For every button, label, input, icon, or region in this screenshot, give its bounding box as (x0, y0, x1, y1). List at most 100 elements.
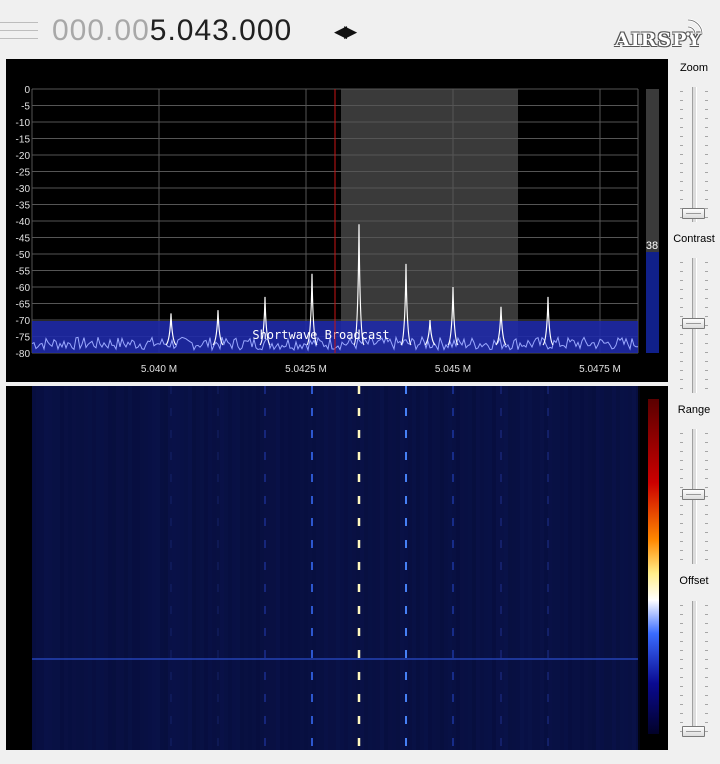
noise-column (552, 386, 556, 750)
noise-column (380, 386, 384, 750)
slider-tick (680, 109, 683, 110)
db-tick-label: -5 (21, 102, 30, 113)
noise-column (408, 386, 412, 750)
frequency-value: 5.043.000 (149, 14, 293, 47)
slider-tick (680, 550, 683, 551)
noise-column (76, 386, 80, 750)
noise-column (56, 386, 60, 750)
toolbar: 000.005.043.000 ◀▶ AIRSPY (0, 0, 720, 58)
slider-tick (680, 532, 683, 533)
noise-column (320, 386, 324, 750)
slider-tick (705, 433, 708, 434)
noise-column (32, 386, 36, 750)
noise-column (88, 386, 92, 750)
slider-tick (680, 433, 683, 434)
noise-column (516, 386, 520, 750)
slider-tick (680, 190, 683, 191)
noise-column (448, 386, 452, 750)
noise-column (232, 386, 236, 750)
db-tick-label: -80 (16, 349, 31, 360)
menu-toggle-icon[interactable] (0, 16, 38, 50)
slider-tick (680, 460, 683, 461)
slider-tick (680, 172, 683, 173)
slider-tick (705, 731, 708, 732)
slider-tick (705, 208, 708, 209)
range-slider-thumb[interactable] (682, 489, 705, 500)
noise-column (252, 386, 256, 750)
slider-tick (705, 370, 708, 371)
slider-tick (680, 677, 683, 678)
slider-tick (680, 614, 683, 615)
noise-column (360, 386, 364, 750)
slider-tick (705, 325, 708, 326)
db-tick-label: -10 (16, 118, 31, 129)
slider-tick (680, 686, 683, 687)
display-controls-panel: Zoom Contrast Range Offset (668, 59, 720, 764)
noise-column (520, 386, 524, 750)
slider-tick (705, 722, 708, 723)
slider-tick (705, 686, 708, 687)
db-tick-label: -55 (16, 267, 31, 278)
slider-tick (705, 361, 708, 362)
noise-column (140, 386, 144, 750)
slider-tick (705, 343, 708, 344)
slider-tick (705, 181, 708, 182)
slider-tick (680, 316, 683, 317)
db-tick-label: -70 (16, 316, 31, 327)
slider-tick (705, 379, 708, 380)
noise-column (444, 386, 448, 750)
noise-column (632, 386, 636, 750)
noise-column (424, 386, 428, 750)
slider-tick (705, 668, 708, 669)
noise-column (600, 386, 604, 750)
slider-tick (705, 280, 708, 281)
slider-tick (680, 514, 683, 515)
slider-tick (705, 659, 708, 660)
noise-column (568, 386, 572, 750)
slider-tick (705, 127, 708, 128)
slider-tick (680, 559, 683, 560)
slider-tick (680, 487, 683, 488)
noise-column (592, 386, 596, 750)
noise-column (440, 386, 444, 750)
noise-column (184, 386, 188, 750)
color-scale-bar (648, 399, 659, 734)
slider-tick (680, 271, 683, 272)
offset-slider-track[interactable] (692, 601, 697, 736)
spectrum-analyzer[interactable]: 0 -5 -10 -15 -20 -25 -30 -35 -40 -45 -50 -55 -60 -65 -… (6, 59, 668, 382)
noise-column (588, 386, 592, 750)
slider-tick (680, 262, 683, 263)
db-tick-label: -30 (16, 184, 31, 195)
contrast-slider-thumb[interactable] (682, 318, 705, 329)
tuning-step-arrows-icon[interactable]: ◀▶ (334, 22, 357, 42)
slider-tick (680, 136, 683, 137)
slider-tick (705, 487, 708, 488)
noise-column (52, 386, 56, 750)
noise-column (496, 386, 500, 750)
slider-tick (680, 632, 683, 633)
noise-column (292, 386, 296, 750)
db-tick-label: -50 (16, 250, 31, 261)
slider-tick (680, 541, 683, 542)
frequency-display[interactable]: 000.005.043.000 (52, 12, 292, 50)
noise-column (340, 386, 344, 750)
zoom-slider-track[interactable] (692, 87, 697, 222)
noise-column (100, 386, 104, 750)
waterfall-display[interactable] (6, 386, 668, 750)
noise-column (352, 386, 356, 750)
slider-tick (680, 334, 683, 335)
zoom-slider-thumb[interactable] (682, 208, 705, 219)
slider-tick (680, 704, 683, 705)
noise-column (248, 386, 252, 750)
noise-column (524, 386, 528, 750)
frequency-tick-label: 5.040 M (141, 364, 177, 375)
noise-column (628, 386, 632, 750)
slider-tick (680, 91, 683, 92)
offset-slider-thumb[interactable] (682, 726, 705, 737)
slider-tick (705, 154, 708, 155)
slider-tick (680, 343, 683, 344)
slider-tick (680, 361, 683, 362)
noise-column (280, 386, 284, 750)
db-tick-label: -15 (16, 135, 31, 146)
noise-column (376, 386, 380, 750)
